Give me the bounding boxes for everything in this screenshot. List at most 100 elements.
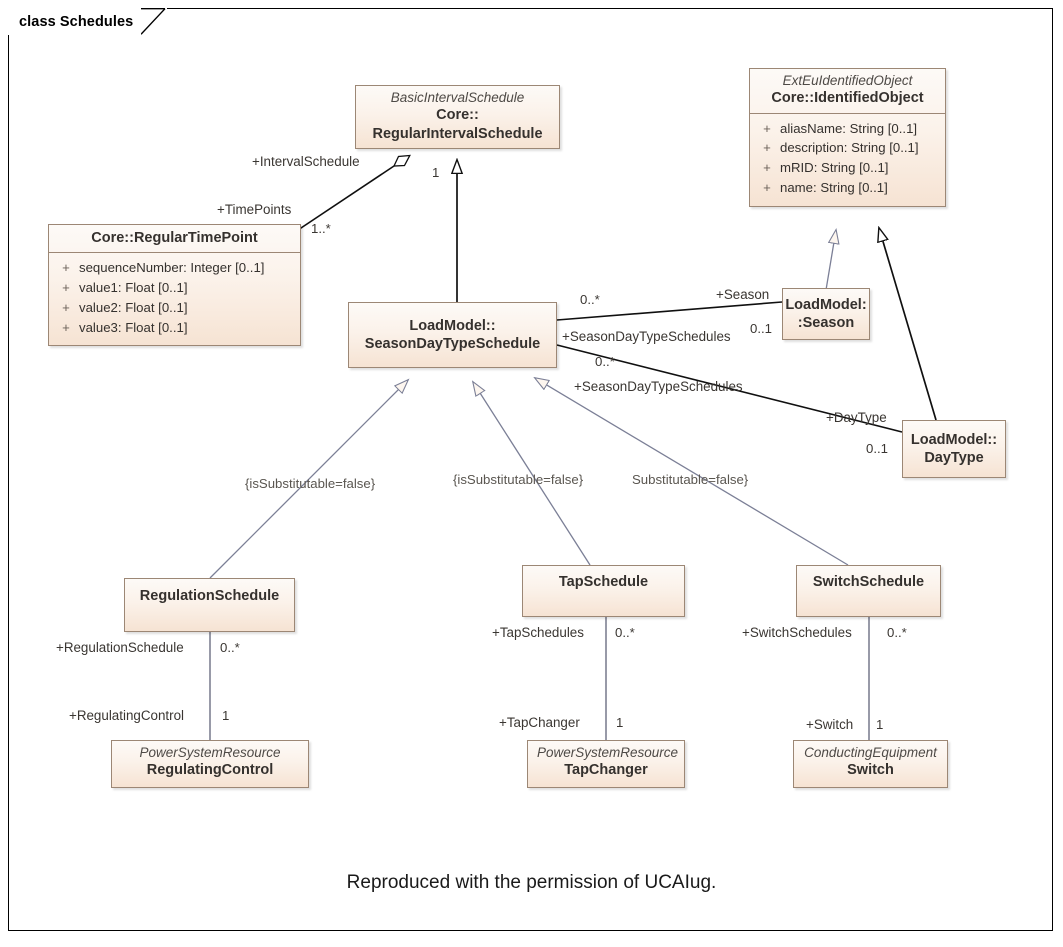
label-regulation-schedule-mult: 0..* — [220, 640, 240, 655]
class-stereotype: ExtEuIdentifiedObject — [782, 73, 913, 88]
attribute-signature: description: String [0..1] — [780, 140, 919, 156]
class-stereotype: PowerSystemResource — [139, 745, 281, 760]
class-box-tap-changer[interactable]: PowerSystemResource TapChanger — [527, 740, 685, 788]
class-header: BasicIntervalSchedule Core:: RegularInte… — [356, 86, 559, 148]
attribute-visibility: + — [763, 120, 771, 136]
class-name: TapChanger — [537, 761, 675, 779]
attribute-signature: aliasName: String [0..1] — [780, 120, 918, 136]
class-attribute: + value1: Float [0..1] — [53, 278, 296, 298]
class-namespace: LoadModel:: — [910, 431, 998, 448]
class-attributes: + sequenceNumber: Integer [0..1] + value… — [49, 253, 300, 345]
class-name: LoadModel:: DayType — [911, 431, 997, 467]
class-box-switch[interactable]: ConductingEquipment Switch — [793, 740, 948, 788]
class-box-tap-schedule[interactable]: TapSchedule — [522, 565, 685, 617]
label-interval-schedule-mult: 1 — [432, 165, 440, 180]
class-name: Core:: RegularIntervalSchedule — [365, 106, 550, 142]
class-stereotype: ConductingEquipment — [804, 745, 937, 760]
attribute-visibility: + — [62, 299, 70, 315]
class-box-day-type[interactable]: LoadModel:: DayType — [902, 420, 1006, 478]
class-name: RegulationSchedule — [134, 587, 285, 605]
class-header: RegulationSchedule — [125, 579, 294, 610]
attribute-signature: value2: Float [0..1] — [79, 299, 188, 315]
class-simple-name: TapSchedule — [558, 574, 649, 590]
label-time-points-mult: 1..* — [311, 221, 331, 236]
class-header: ExtEuIdentifiedObject Core::IdentifiedOb… — [750, 69, 945, 114]
label-regulating-control-role: +RegulatingControl — [69, 708, 185, 723]
class-header: LoadModel:: SeasonDayTypeSchedule — [365, 317, 540, 353]
class-simple-name: RegulatingControl — [146, 762, 274, 779]
class-attribute: + aliasName: String [0..1] — [754, 119, 941, 139]
label-day-type-role: +DayType — [826, 410, 887, 425]
class-name: SwitchSchedule — [806, 573, 931, 591]
class-name: TapSchedule — [532, 573, 675, 591]
class-box-regulation-schedule[interactable]: RegulationSchedule — [124, 578, 295, 632]
class-stereotype: PowerSystemResource — [537, 745, 679, 760]
class-namespace: Core:: — [91, 230, 134, 246]
class-simple-name: :Season — [797, 315, 855, 331]
label-season-day-type-schedules-top: +SeasonDayTypeSchedules — [562, 329, 731, 344]
class-name: RegulatingControl — [121, 761, 299, 779]
label-constraint-right: Substitutable=false} — [632, 472, 749, 487]
label-regulating-control-mult: 1 — [222, 708, 230, 723]
class-namespace: LoadModel: — [785, 296, 867, 313]
attribute-signature: value3: Float [0..1] — [79, 319, 188, 335]
class-box-season-day-type-schedule[interactable]: LoadModel:: SeasonDayTypeSchedule — [348, 302, 557, 368]
class-attribute: + name: String [0..1] — [754, 178, 941, 198]
class-header: PowerSystemResource RegulatingControl — [112, 741, 308, 787]
class-name: LoadModel:: SeasonDayTypeSchedule — [365, 317, 540, 353]
attribute-visibility: + — [763, 160, 771, 176]
attribute-signature: mRID: String [0..1] — [780, 160, 889, 176]
label-time-points-role: +TimePoints — [217, 202, 292, 217]
diagram-caption: Reproduced with the permission of UCAIug… — [346, 872, 717, 893]
label-tap-schedules-mult: 0..* — [615, 625, 635, 640]
attribute-visibility: + — [62, 260, 70, 276]
class-box-identified-object[interactable]: ExtEuIdentifiedObject Core::IdentifiedOb… — [749, 68, 946, 207]
uml-class-diagram: class Schedules BasicIntervalSchedule Co… — [0, 0, 1063, 947]
label-season-schedules-mult-top: 0..* — [580, 292, 600, 307]
class-attribute: + mRID: String [0..1] — [754, 158, 941, 178]
class-box-season[interactable]: LoadModel: :Season — [782, 288, 870, 340]
label-constraint-mid: {isSubstitutable=false} — [453, 472, 584, 487]
class-attribute: + value3: Float [0..1] — [53, 318, 296, 338]
label-switch-schedules-role: +SwitchSchedules — [742, 625, 852, 640]
class-namespace: Core:: — [771, 90, 815, 107]
attribute-visibility: + — [62, 279, 70, 295]
class-attribute: + sequenceNumber: Integer [0..1] — [53, 258, 296, 278]
class-header: PowerSystemResource TapChanger — [528, 741, 684, 787]
class-simple-name: RegulationSchedule — [139, 588, 280, 604]
label-day-type-mult: 0..1 — [866, 441, 888, 456]
label-season-role: +Season — [716, 287, 770, 302]
class-attribute: + description: String [0..1] — [754, 138, 941, 158]
label-tap-changer-role: +TapChanger — [499, 715, 580, 730]
class-namespace: LoadModel:: — [409, 317, 496, 334]
class-name: LoadModel: :Season — [785, 296, 866, 332]
diagram-title-tab: class Schedules — [8, 8, 168, 35]
label-switch-schedules-mult: 0..* — [887, 625, 907, 640]
class-name: Core::RegularTimePoint — [58, 229, 291, 247]
label-switch-mult: 1 — [876, 717, 884, 732]
attribute-visibility: + — [763, 179, 771, 195]
label-regulation-schedule-role: +RegulationSchedule — [56, 640, 184, 655]
class-box-regular-interval-schedule[interactable]: BasicIntervalSchedule Core:: RegularInte… — [355, 85, 560, 149]
attribute-signature: sequenceNumber: Integer [0..1] — [79, 260, 265, 276]
label-switch-role: +Switch — [806, 717, 854, 732]
class-header: TapSchedule — [523, 566, 684, 596]
class-header: SwitchSchedule — [797, 566, 940, 596]
class-header: Core::RegularTimePoint — [49, 225, 300, 254]
class-header: LoadModel:: DayType — [911, 431, 997, 467]
class-box-switch-schedule[interactable]: SwitchSchedule — [796, 565, 941, 617]
tab-corner-icon — [141, 8, 166, 35]
class-simple-name: RegularTimePoint — [133, 230, 258, 246]
class-simple-name: IdentifiedObject — [814, 90, 924, 107]
attribute-visibility: + — [763, 140, 771, 156]
class-attribute: + value2: Float [0..1] — [53, 298, 296, 318]
class-simple-name: SwitchSchedule — [812, 574, 925, 590]
class-box-regulating-control[interactable]: PowerSystemResource RegulatingControl — [111, 740, 309, 788]
label-season-schedules-mult-bottom: 0..* — [595, 354, 615, 369]
class-simple-name: DayType — [924, 450, 984, 466]
class-box-regular-time-point[interactable]: Core::RegularTimePoint + sequenceNumber:… — [48, 224, 301, 347]
class-namespace: Core:: — [436, 107, 479, 124]
class-simple-name: Switch — [847, 762, 894, 779]
diagram-title-label: class Schedules — [19, 13, 134, 30]
label-constraint-left: {isSubstitutable=false} — [245, 476, 376, 491]
